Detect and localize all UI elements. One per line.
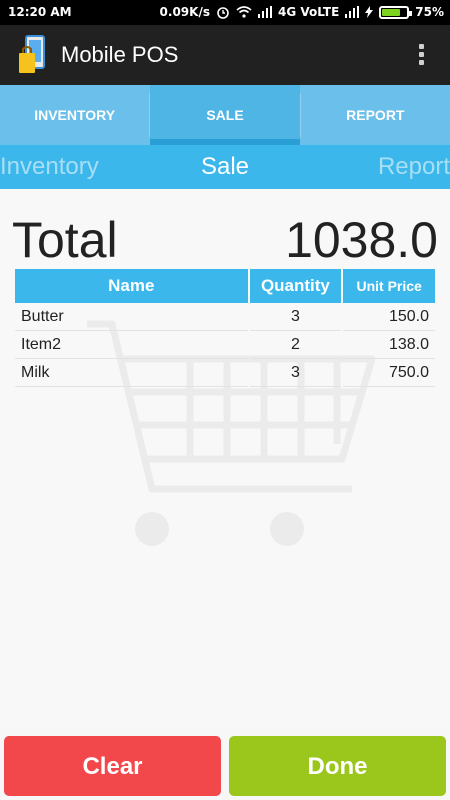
status-bar: 12:20 AM 0.09K/s 4G VoLTE 75% xyxy=(0,0,450,25)
total-row: Total 1038.0 xyxy=(12,211,438,271)
item-quantity: 3 xyxy=(249,359,342,387)
alarm-icon xyxy=(217,7,229,19)
total-value: 1038.0 xyxy=(285,212,438,268)
item-name: Butter xyxy=(15,303,248,331)
column-header-quantity: Quantity xyxy=(249,269,342,303)
sale-content: Total 1038.0 Name Quantity Unit Price Bu… xyxy=(0,189,450,730)
app-title: Mobile POS xyxy=(61,42,179,67)
battery-level xyxy=(382,8,401,16)
item-quantity: 2 xyxy=(249,331,342,359)
table-header-row: Name Quantity Unit Price xyxy=(15,269,435,303)
done-button[interactable]: Done xyxy=(229,736,446,796)
table-row[interactable]: Item2 2 138.0 xyxy=(15,331,435,359)
network-type: 4G VoLTE xyxy=(277,5,340,19)
overflow-menu-icon[interactable] xyxy=(416,41,426,69)
app-bar: Mobile POS xyxy=(0,25,450,85)
page-title-strip: Inventory Sale Report xyxy=(0,145,450,189)
item-unit-price: 138.0 xyxy=(343,331,435,359)
net-speed: 0.09K/s xyxy=(159,5,210,19)
item-unit-price: 150.0 xyxy=(343,303,435,331)
tab-sale[interactable]: SALE xyxy=(150,85,300,145)
app-logo-icon xyxy=(19,35,45,73)
status-indicators: 0.09K/s 4G VoLTE 75% xyxy=(160,5,444,19)
wifi-icon xyxy=(236,6,252,18)
item-name: Milk xyxy=(15,359,248,387)
column-header-name: Name xyxy=(15,269,248,303)
signal-icon-2 xyxy=(345,6,360,18)
total-label: Total xyxy=(12,212,118,268)
sale-items-table: Name Quantity Unit Price Butter 3 150.0 … xyxy=(13,269,437,387)
table-row[interactable]: Milk 3 750.0 xyxy=(15,359,435,387)
status-time: 12:20 AM xyxy=(8,5,72,19)
tab-inventory[interactable]: INVENTORY xyxy=(0,85,149,145)
tab-bar: INVENTORY SALE REPORT xyxy=(0,85,450,145)
item-unit-price: 750.0 xyxy=(343,359,435,387)
signal-icon xyxy=(257,6,272,18)
battery-percent: 75% xyxy=(415,5,444,19)
battery-icon xyxy=(379,5,413,19)
charging-icon xyxy=(365,6,374,18)
pager-next-report[interactable]: Report xyxy=(378,153,450,181)
column-header-unit-price: Unit Price xyxy=(343,269,435,303)
item-name: Item2 xyxy=(15,331,248,359)
clear-button[interactable]: Clear xyxy=(4,736,221,796)
table-row[interactable]: Butter 3 150.0 xyxy=(15,303,435,331)
item-quantity: 3 xyxy=(249,303,342,331)
tab-report[interactable]: REPORT xyxy=(301,85,450,145)
